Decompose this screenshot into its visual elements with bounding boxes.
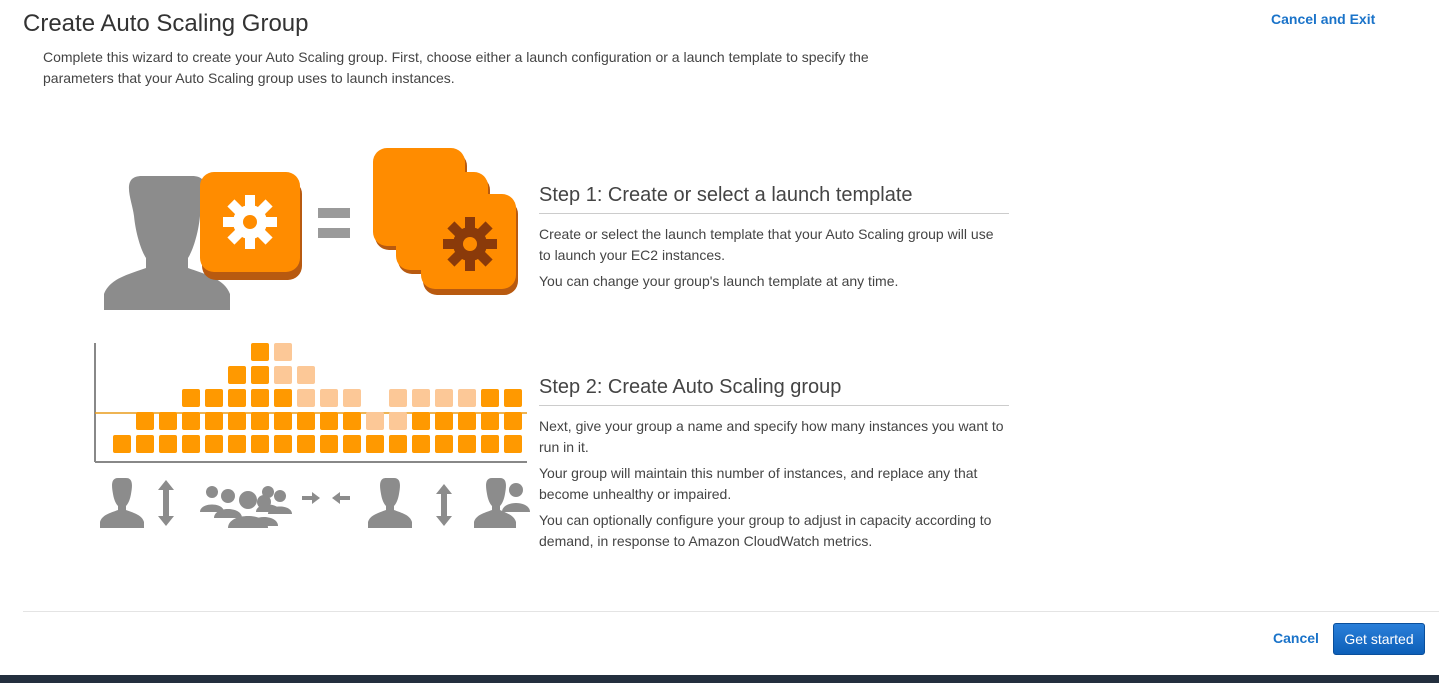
capacity-cell	[274, 366, 292, 384]
capacity-cell	[412, 412, 430, 430]
capacity-cell	[274, 412, 292, 430]
launch-template-stack-icon	[373, 148, 518, 295]
capacity-cell	[228, 389, 246, 407]
capacity-cell	[297, 366, 315, 384]
capacity-cell	[251, 343, 269, 361]
capacity-cell	[205, 389, 223, 407]
equals-icon	[318, 208, 350, 238]
capacity-cell	[481, 389, 499, 407]
capacity-cell	[159, 412, 177, 430]
capacity-cell	[205, 435, 223, 453]
capacity-cell	[343, 412, 361, 430]
get-started-button[interactable]: Get started	[1333, 623, 1425, 655]
capacity-cell	[274, 435, 292, 453]
scaling-people-icons	[100, 478, 530, 528]
step-2-title: Step 2: Create Auto Scaling group	[539, 376, 1009, 406]
capacity-cell	[113, 435, 131, 453]
step-1-paragraph: You can change your group's launch templ…	[539, 273, 899, 289]
capacity-cell	[251, 435, 269, 453]
capacity-cell	[297, 389, 315, 407]
capacity-cell	[389, 435, 407, 453]
capacity-grid	[94, 343, 527, 463]
capacity-cell	[504, 389, 522, 407]
capacity-cell	[481, 435, 499, 453]
capacity-cell	[504, 412, 522, 430]
step-1-section: Step 1: Create or select a launch templa…	[539, 184, 1009, 297]
step-2-paragraph: Your group will maintain this number of …	[539, 465, 978, 502]
capacity-cell	[136, 435, 154, 453]
capacity-cell	[458, 435, 476, 453]
auto-scaling-illustration	[94, 148, 530, 528]
capacity-cell	[320, 389, 338, 407]
capacity-cell	[182, 389, 200, 407]
capacity-cell	[228, 435, 246, 453]
capacity-cell	[458, 412, 476, 430]
capacity-cell	[412, 435, 430, 453]
capacity-cell	[182, 412, 200, 430]
step-2-paragraph: Next, give your group a name and specify…	[539, 418, 1004, 455]
console-bottom-bar	[0, 675, 1439, 683]
capacity-cell	[320, 435, 338, 453]
capacity-cell	[251, 412, 269, 430]
capacity-cell	[159, 435, 177, 453]
capacity-cell	[251, 366, 269, 384]
capacity-cell	[435, 389, 453, 407]
intro-text: Complete this wizard to create your Auto…	[43, 49, 869, 86]
capacity-cell	[297, 435, 315, 453]
capacity-cell	[320, 412, 338, 430]
cancel-button[interactable]: Cancel	[1273, 630, 1319, 646]
capacity-cell	[182, 435, 200, 453]
step-1-paragraph: Create or select the launch template tha…	[539, 226, 994, 263]
capacity-cell	[458, 389, 476, 407]
capacity-cell	[366, 412, 384, 430]
step-1-title: Step 1: Create or select a launch templa…	[539, 184, 1009, 214]
capacity-cell	[228, 366, 246, 384]
capacity-cell	[205, 412, 223, 430]
capacity-cell	[389, 389, 407, 407]
page-title: Create Auto Scaling Group	[23, 10, 309, 37]
step-2-section: Step 2: Create Auto Scaling group Next, …	[539, 376, 1009, 557]
capacity-cell	[228, 412, 246, 430]
capacity-cell	[481, 412, 499, 430]
cancel-and-exit-link[interactable]: Cancel and Exit	[1271, 11, 1375, 27]
capacity-cell	[274, 343, 292, 361]
capacity-cell	[412, 389, 430, 407]
capacity-cell	[343, 389, 361, 407]
capacity-cell	[343, 435, 361, 453]
capacity-cell	[389, 412, 407, 430]
capacity-cell	[435, 435, 453, 453]
capacity-cell	[251, 389, 269, 407]
capacity-cell	[274, 389, 292, 407]
launch-config-gear-icon	[200, 172, 302, 280]
capacity-cell	[435, 412, 453, 430]
capacity-cell	[504, 435, 522, 453]
capacity-cell	[366, 435, 384, 453]
footer-divider	[23, 611, 1439, 612]
capacity-cell	[297, 412, 315, 430]
step-2-paragraph: You can optionally configure your group …	[539, 512, 992, 549]
capacity-cell	[136, 412, 154, 430]
